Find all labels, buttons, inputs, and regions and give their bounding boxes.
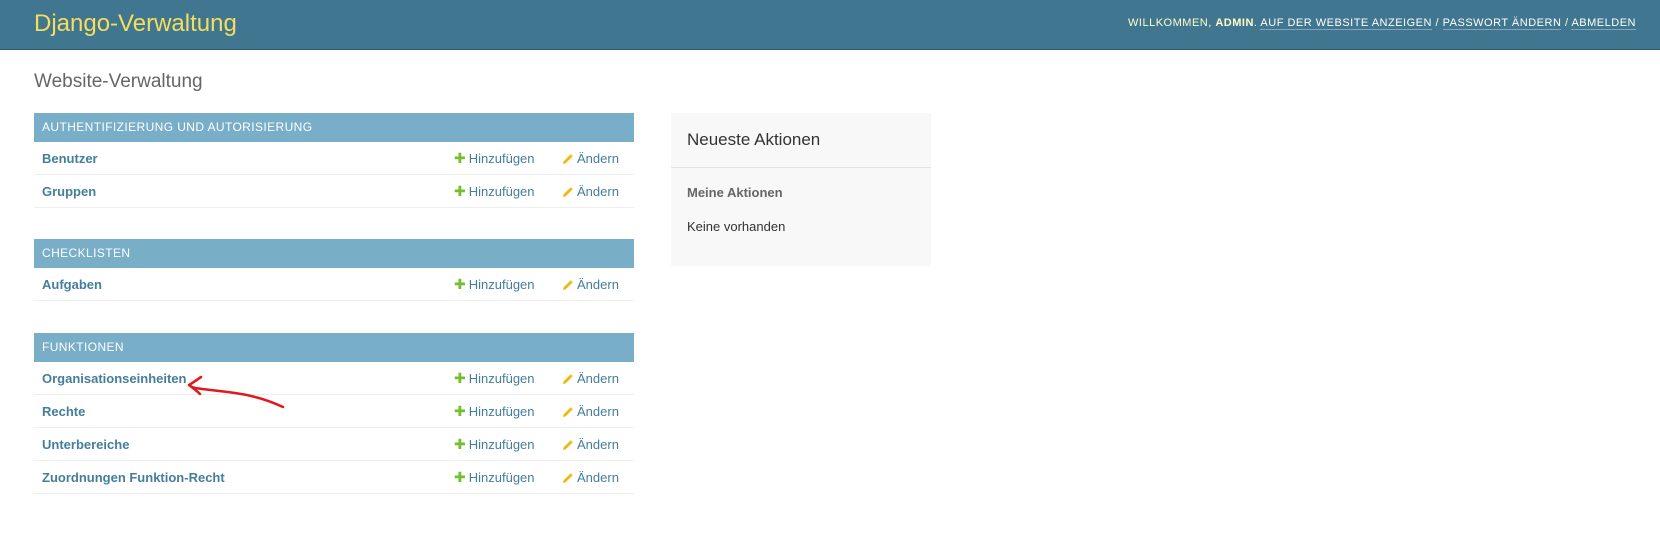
my-actions-heading: Meine Aktionen (687, 185, 783, 200)
site-branding[interactable]: Django-Verwaltung (34, 10, 237, 38)
add-link[interactable]: ✚ Hinzufügen (454, 184, 535, 199)
plus-icon: ✚ (454, 436, 466, 452)
model-row: Benutzer ✚ Hinzufügen Ändern (34, 142, 634, 175)
model-link[interactable]: Rechte (42, 404, 85, 419)
add-link[interactable]: ✚ Hinzufügen (454, 404, 535, 419)
model-row: Aufgaben ✚ Hinzufügen Ändern (34, 268, 634, 301)
model-row: Zuordnungen Funktion-Recht ✚ Hinzufügen Ä… (34, 461, 634, 494)
model-link[interactable]: Benutzer (42, 151, 98, 166)
model-row: Unterbereiche ✚ Hinzufügen Ändern (34, 428, 634, 461)
plus-icon: ✚ (454, 276, 466, 292)
pencil-icon (563, 440, 573, 450)
change-link[interactable]: Ändern (562, 277, 619, 292)
add-link[interactable]: ✚ Hinzufügen (454, 151, 535, 166)
model-link[interactable]: Unterbereiche (42, 437, 129, 452)
recent-actions-title: Neueste Aktionen (687, 130, 821, 149)
add-link[interactable]: ✚ Hinzufügen (454, 371, 535, 386)
model-link[interactable]: Organisationseinheiten (42, 371, 186, 386)
change-link[interactable]: Ändern (562, 437, 619, 452)
model-link[interactable]: Gruppen (42, 184, 96, 199)
add-link[interactable]: ✚ Hinzufügen (454, 277, 535, 292)
welcome-text: Willkommen, (1128, 17, 1212, 29)
separator: / (1564, 17, 1569, 29)
header: Django-Verwaltung Willkommen, admin. Auf… (0, 0, 1660, 50)
plus-icon: ✚ (454, 469, 466, 485)
red-arrow-annotation-icon (187, 375, 285, 409)
app-module-funktionen: Funktionen Organisationseinheiten ✚ Hinzu… (34, 333, 634, 494)
model-row: Gruppen ✚ Hinzufügen Ändern (34, 175, 634, 208)
pencil-icon (563, 187, 573, 197)
plus-icon: ✚ (454, 403, 466, 419)
change-password-link[interactable]: Passwort ändern (1442, 17, 1562, 30)
change-link[interactable]: Ändern (562, 371, 619, 386)
plus-icon: ✚ (454, 150, 466, 166)
model-link[interactable]: Zuordnungen Funktion-Recht (42, 470, 225, 485)
logout-link[interactable]: Abmelden (1571, 17, 1636, 30)
change-link[interactable]: Ändern (562, 184, 619, 199)
change-link[interactable]: Ändern (562, 470, 619, 485)
app-module-auth: Authentifizierung und Autorisierung Benu… (34, 113, 634, 208)
username: admin (1215, 17, 1254, 29)
plus-icon: ✚ (454, 183, 466, 199)
view-site-link[interactable]: Auf der Website anzeigen (1260, 17, 1432, 30)
change-link[interactable]: Ändern (562, 404, 619, 419)
module-caption[interactable]: Authentifizierung und Autorisierung (34, 113, 634, 142)
add-link[interactable]: ✚ Hinzufügen (454, 437, 535, 452)
model-row: Organisationseinheiten ✚ Hinzufügen Änder… (34, 362, 634, 395)
model-row: Rechte ✚ Hinzufügen Ändern (34, 395, 634, 428)
pencil-icon (563, 280, 573, 290)
no-actions-text: Keine vorhanden (687, 219, 786, 234)
pencil-icon (563, 473, 573, 483)
pencil-icon (563, 374, 573, 384)
pencil-icon (563, 407, 573, 417)
divider (671, 167, 931, 168)
plus-icon: ✚ (454, 370, 466, 386)
change-link[interactable]: Ändern (562, 151, 619, 166)
app-module-checklisten: Checklisten Aufgaben ✚ Hinzufügen Ändern (34, 239, 634, 301)
page-title: Website-Verwaltung (34, 71, 203, 92)
model-link[interactable]: Aufgaben (42, 277, 102, 292)
pencil-icon (563, 154, 573, 164)
separator: / (1435, 17, 1440, 29)
module-caption[interactable]: Funktionen (34, 333, 634, 362)
recent-actions-panel: Neueste Aktionen Meine Aktionen Keine vo… (671, 113, 931, 266)
add-link[interactable]: ✚ Hinzufügen (454, 470, 535, 485)
user-tools: Willkommen, admin. Auf der Website anzei… (1128, 17, 1636, 30)
module-caption[interactable]: Checklisten (34, 239, 634, 268)
